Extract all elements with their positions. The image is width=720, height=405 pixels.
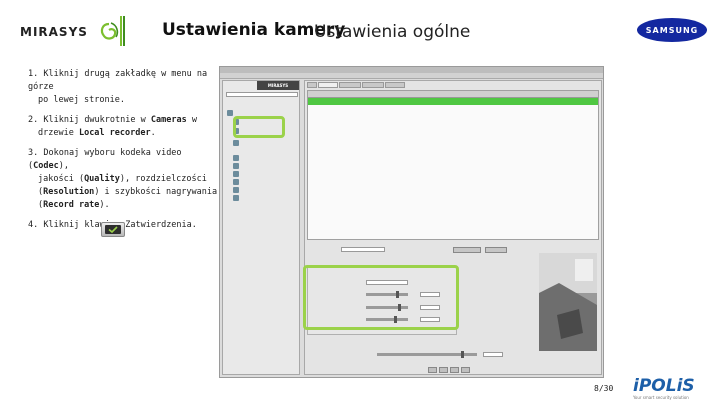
tree-node-5[interactable] bbox=[233, 170, 239, 177]
instruction-step-2: 2. Kliknij dwukrotnie w Cameras w drzewi… bbox=[28, 115, 197, 138]
app-button-3[interactable] bbox=[450, 367, 459, 373]
tree-icon bbox=[233, 186, 239, 193]
tree-icon bbox=[233, 154, 239, 161]
recording-settings-highlight-frame bbox=[303, 265, 459, 330]
page-subtitle: Ustawienia ogólne bbox=[314, 22, 471, 42]
tree-node-6[interactable] bbox=[233, 178, 239, 185]
name-field[interactable] bbox=[341, 247, 385, 252]
camera-icon bbox=[233, 139, 239, 146]
instruction-step-3: 3. Dokonaj wyboru kodeka video (Codec), … bbox=[28, 148, 218, 210]
cameras-highlight-frame bbox=[233, 116, 285, 138]
mirasys-swirl-icon bbox=[100, 22, 119, 40]
tree-search-field[interactable] bbox=[226, 92, 298, 97]
app-menubar bbox=[220, 73, 603, 79]
table-row-selected[interactable] bbox=[308, 98, 598, 105]
checkmark-icon bbox=[108, 226, 118, 233]
ipolis-logo-text: iPOLiS bbox=[633, 376, 695, 396]
app-bottom-buttons bbox=[428, 367, 470, 373]
storage-panel bbox=[307, 341, 507, 369]
details-button[interactable] bbox=[453, 247, 481, 253]
instruction-step-1: 1. Kliknij drugą zakładkę w menu na górz… bbox=[28, 69, 208, 105]
app-brand-logo: MIRASYS bbox=[257, 81, 299, 90]
settings-tabs bbox=[307, 82, 405, 88]
tree-icon bbox=[233, 178, 239, 185]
storage-slider-knob[interactable] bbox=[461, 351, 464, 358]
tree-node-local-recorder[interactable] bbox=[227, 109, 233, 116]
ipolis-tagline: Your smart security solution bbox=[633, 395, 689, 400]
tree-node-3[interactable] bbox=[233, 154, 239, 161]
mirasys-logo-text: MIRASYS bbox=[20, 25, 88, 39]
slide-header: MIRASYS Ustawienia kamery Ustawienia ogó… bbox=[0, 0, 720, 62]
instructions-list: 1. Kliknij drugą zakładkę w menu na górz… bbox=[28, 68, 218, 239]
tree-icon bbox=[233, 194, 239, 201]
tree-node-4[interactable] bbox=[233, 162, 239, 169]
name-field-row bbox=[341, 247, 385, 252]
tree-node-7[interactable] bbox=[233, 186, 239, 193]
tree-node-cameras[interactable] bbox=[233, 139, 239, 146]
confirm-button[interactable] bbox=[101, 222, 125, 237]
tab-4[interactable] bbox=[362, 82, 384, 88]
tab-1[interactable] bbox=[307, 82, 317, 88]
app-button-1[interactable] bbox=[428, 367, 437, 373]
tab-3[interactable] bbox=[339, 82, 361, 88]
details-button-2[interactable] bbox=[485, 247, 507, 253]
recorder-icon bbox=[227, 109, 233, 116]
ipolis-logo: iPOLiS Your smart security solution bbox=[633, 376, 713, 401]
tree-icon bbox=[233, 162, 239, 169]
camera-grid bbox=[307, 90, 599, 240]
page-number: 8/30 bbox=[594, 384, 614, 393]
app-button-4[interactable] bbox=[461, 367, 470, 373]
storage-slider[interactable] bbox=[377, 351, 477, 358]
storage-value[interactable] bbox=[483, 352, 503, 357]
grid-header bbox=[308, 91, 598, 98]
header-divider-icon bbox=[120, 16, 125, 46]
app-button-2[interactable] bbox=[439, 367, 448, 373]
app-screenshot: MIRASYS bbox=[219, 66, 604, 378]
tab-2[interactable] bbox=[318, 82, 338, 88]
tab-5[interactable] bbox=[385, 82, 405, 88]
samsung-logo: SAMSUNG bbox=[637, 18, 707, 42]
settings-panel bbox=[304, 80, 602, 375]
camera-preview-image bbox=[539, 253, 597, 351]
tree-node-8[interactable] bbox=[233, 194, 239, 201]
mirasys-logo: MIRASYS bbox=[20, 22, 128, 42]
tree-icon bbox=[233, 170, 239, 177]
